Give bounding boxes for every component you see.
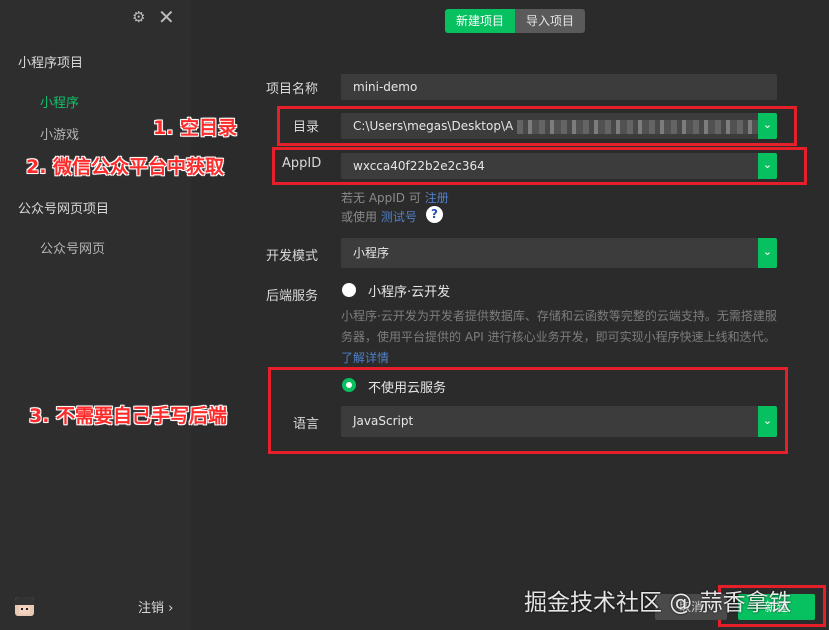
- section-title-official-account: 公众号网页项目: [18, 202, 110, 217]
- close-icon[interactable]: ✕: [158, 7, 176, 27]
- project-tabs: 新建项目 导入项目: [445, 9, 585, 33]
- appid-hint-register: 若无 AppID 可 注册: [341, 191, 449, 205]
- annotation-box-backend: [268, 367, 788, 454]
- appid-hint-test: 或使用 测试号: [341, 210, 417, 224]
- test-account-link[interactable]: 测试号: [381, 210, 417, 224]
- logout-button[interactable]: 注销 ›: [138, 597, 173, 616]
- cloud-dev-description: 小程序·云开发为开发者提供数据库、存储和云函数等完整的云端支持。无需搭建服务器，…: [341, 309, 777, 365]
- project-name-label: 项目名称: [266, 82, 319, 97]
- dev-mode-label: 开发模式: [266, 249, 319, 264]
- backend-label: 后端服务: [266, 289, 319, 304]
- learn-more-link[interactable]: 了解详情: [341, 351, 389, 365]
- project-name-input[interactable]: mini-demo: [341, 74, 777, 100]
- dev-mode-value: 小程序: [353, 246, 390, 260]
- tab-new-project[interactable]: 新建项目: [445, 9, 515, 33]
- sidebar: ⚙ ✕ 小程序项目 小程序 小游戏 公众号网页项目 公众号网页 注销 ›: [0, 0, 191, 630]
- avatar[interactable]: [15, 597, 34, 616]
- watermark: 掘金技术社区 @ 蒜香拿铁: [524, 590, 792, 616]
- annotation-empty-dir: 1. 空目录: [153, 117, 238, 139]
- annotation-get-appid: 2. 微信公众平台中获取: [26, 156, 225, 178]
- gear-icon[interactable]: ⚙: [132, 9, 148, 25]
- dev-mode-select[interactable]: 小程序 ⌄: [341, 238, 777, 268]
- help-icon[interactable]: ?: [426, 206, 443, 223]
- section-title-miniprogram: 小程序项目: [18, 56, 84, 71]
- chevron-right-icon: ›: [168, 601, 174, 616]
- register-link[interactable]: 注册: [425, 191, 449, 205]
- radio-cloud-dev[interactable]: [342, 283, 356, 297]
- tab-import-project[interactable]: 导入项目: [515, 9, 585, 33]
- sidebar-item-official-account-web[interactable]: 公众号网页: [40, 238, 105, 257]
- annotation-box-directory: [277, 106, 797, 146]
- sidebar-item-miniprogram[interactable]: 小程序: [40, 92, 79, 111]
- sidebar-item-minigame[interactable]: 小游戏: [40, 124, 79, 143]
- logout-label: 注销: [138, 601, 165, 616]
- annotation-box-appid: [272, 147, 807, 185]
- cloud-dev-label: 小程序·云开发: [368, 285, 451, 300]
- chevron-down-icon[interactable]: ⌄: [758, 238, 777, 268]
- annotation-no-backend: 3. 不需要自己手写后端: [29, 405, 228, 427]
